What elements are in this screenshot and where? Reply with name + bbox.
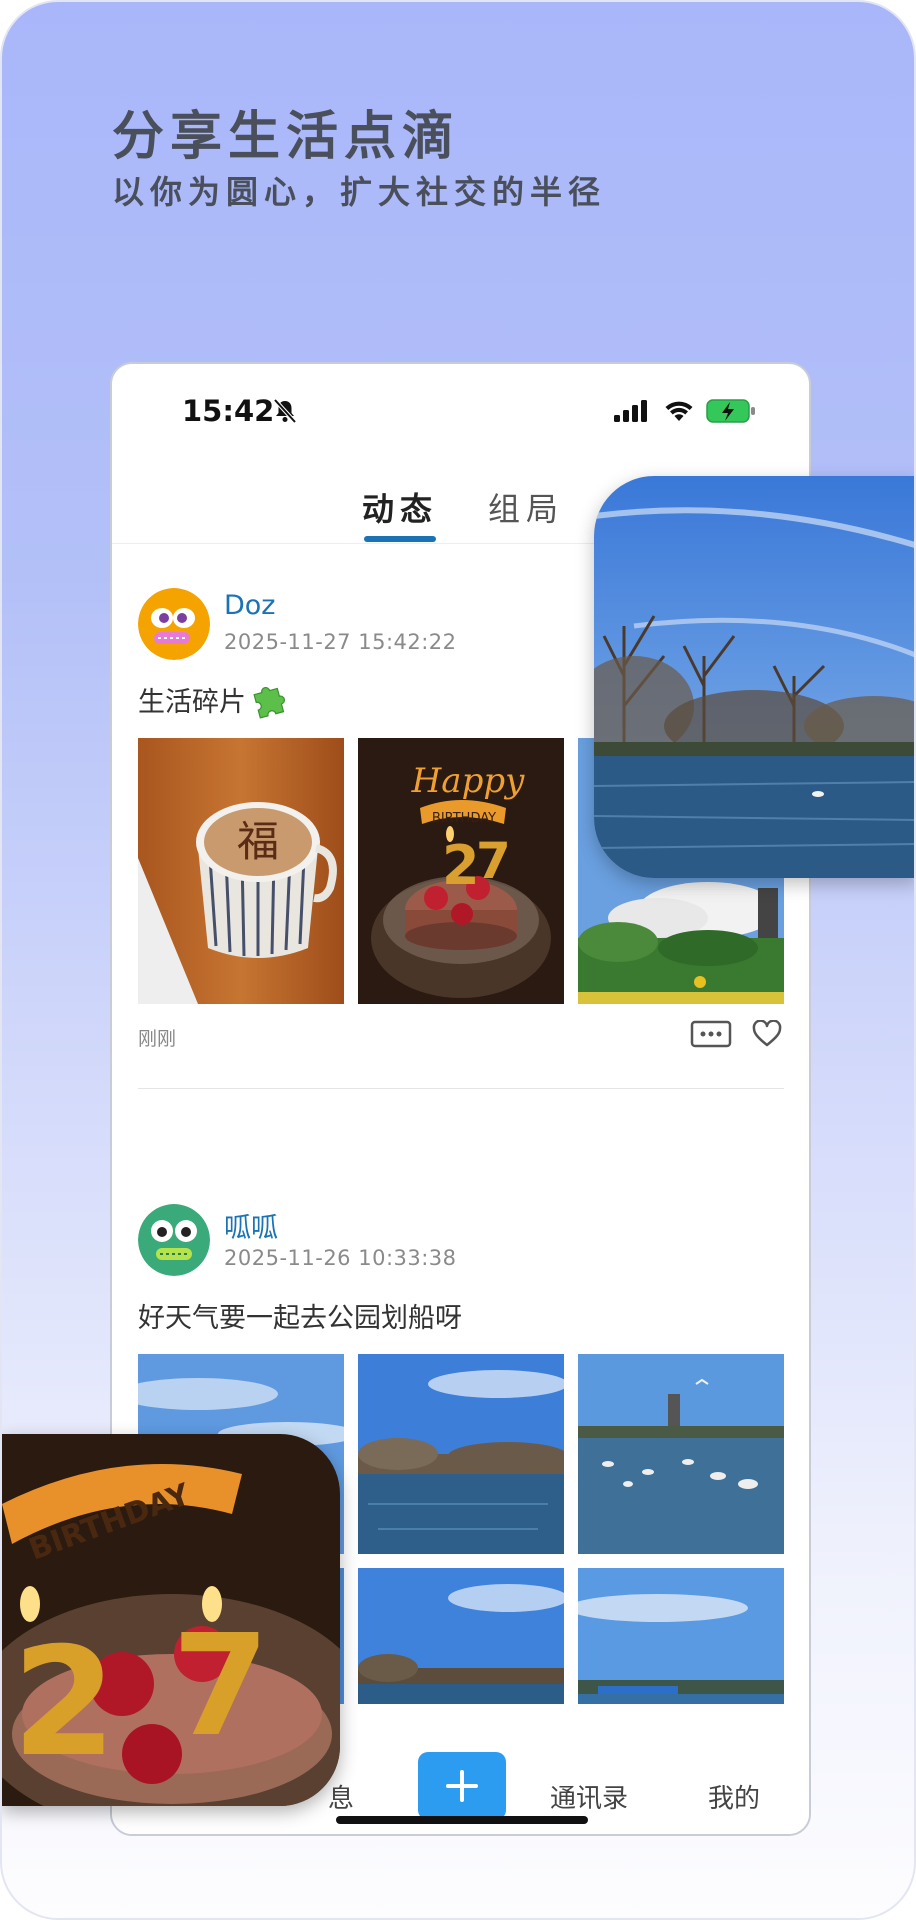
lake-trees-photo[interactable] bbox=[358, 1354, 564, 1554]
post-text: 好天气要一起去公园划船呀 bbox=[138, 1296, 462, 1335]
comment-icon[interactable] bbox=[690, 1020, 732, 1048]
post-relative-time: 刚刚 bbox=[138, 1028, 177, 1050]
tab-feed[interactable]: 动态 bbox=[362, 484, 438, 530]
avatar[interactable] bbox=[138, 588, 210, 660]
post-username[interactable]: Doz bbox=[224, 590, 275, 621]
promo-background: 分享生活点滴 以你为圆心，扩大社交的半径 15:42 动态 组局 Doz 202… bbox=[0, 0, 916, 1920]
status-time: 15:42 bbox=[182, 394, 275, 428]
svg-text:BIRTHDAY: BIRTHDAY bbox=[432, 811, 496, 826]
floating-cake-photo: BIRTHDAY 2 7 bbox=[2, 1434, 340, 1806]
post-text-content: 好天气要一起去公园划船呀 bbox=[138, 1303, 462, 1334]
add-post-button[interactable] bbox=[418, 1752, 506, 1820]
heart-icon[interactable] bbox=[752, 1020, 782, 1048]
post-text-content: 生活碎片 bbox=[138, 687, 246, 718]
nav-me[interactable]: 我的 bbox=[708, 1778, 760, 1815]
nav-contacts[interactable]: 通讯录 bbox=[550, 1778, 628, 1815]
plus-icon bbox=[446, 1770, 478, 1802]
promo-headline-block: 分享生活点滴 以你为圆心，扩大社交的半径 bbox=[112, 106, 606, 214]
birthday-cake-photo[interactable]: Happy BIRTHDAY 2 7 bbox=[358, 738, 564, 1004]
svg-text:7: 7 bbox=[476, 832, 511, 890]
post-text: 生活碎片 bbox=[138, 680, 288, 719]
lake-birds-photo[interactable] bbox=[578, 1354, 784, 1554]
avatar[interactable] bbox=[138, 1204, 210, 1276]
bell-muted-icon bbox=[273, 398, 297, 424]
tab-active-indicator bbox=[364, 536, 436, 542]
lake-sky-photo-4[interactable] bbox=[578, 1568, 784, 1712]
tab-group-events[interactable]: 组局 bbox=[488, 484, 564, 530]
svg-text:Happy: Happy bbox=[411, 761, 525, 801]
post-divider bbox=[138, 1088, 784, 1089]
promo-headline: 分享生活点滴 bbox=[112, 107, 461, 167]
svg-text:福: 福 bbox=[237, 817, 279, 866]
svg-text:2: 2 bbox=[12, 1616, 116, 1790]
lake-sky-photo-3[interactable] bbox=[358, 1568, 564, 1712]
promo-subheadline: 以你为圆心，扩大社交的半径 bbox=[112, 173, 607, 211]
floating-lake-photo bbox=[594, 476, 914, 878]
home-indicator[interactable] bbox=[336, 1816, 588, 1824]
wifi-icon bbox=[665, 401, 693, 421]
battery-charging-icon bbox=[706, 399, 755, 423]
svg-text:7: 7 bbox=[172, 1605, 269, 1768]
nav-messages[interactable]: 息 bbox=[328, 1778, 354, 1815]
latte-art-photo[interactable]: 福 bbox=[138, 738, 344, 1004]
post-timestamp: 2025-11-26 10:33:38 bbox=[224, 1246, 457, 1270]
avatar-face-icon bbox=[138, 588, 210, 660]
post-username[interactable]: 呱呱 bbox=[224, 1206, 278, 1245]
svg-text:2: 2 bbox=[442, 834, 480, 897]
post-timestamp: 2025-11-27 15:42:22 bbox=[224, 630, 457, 654]
puzzle-piece-icon bbox=[253, 686, 285, 719]
status-bar: 15:42 bbox=[112, 364, 809, 454]
avatar-frog-icon bbox=[138, 1204, 210, 1276]
signal-icon bbox=[614, 400, 647, 422]
